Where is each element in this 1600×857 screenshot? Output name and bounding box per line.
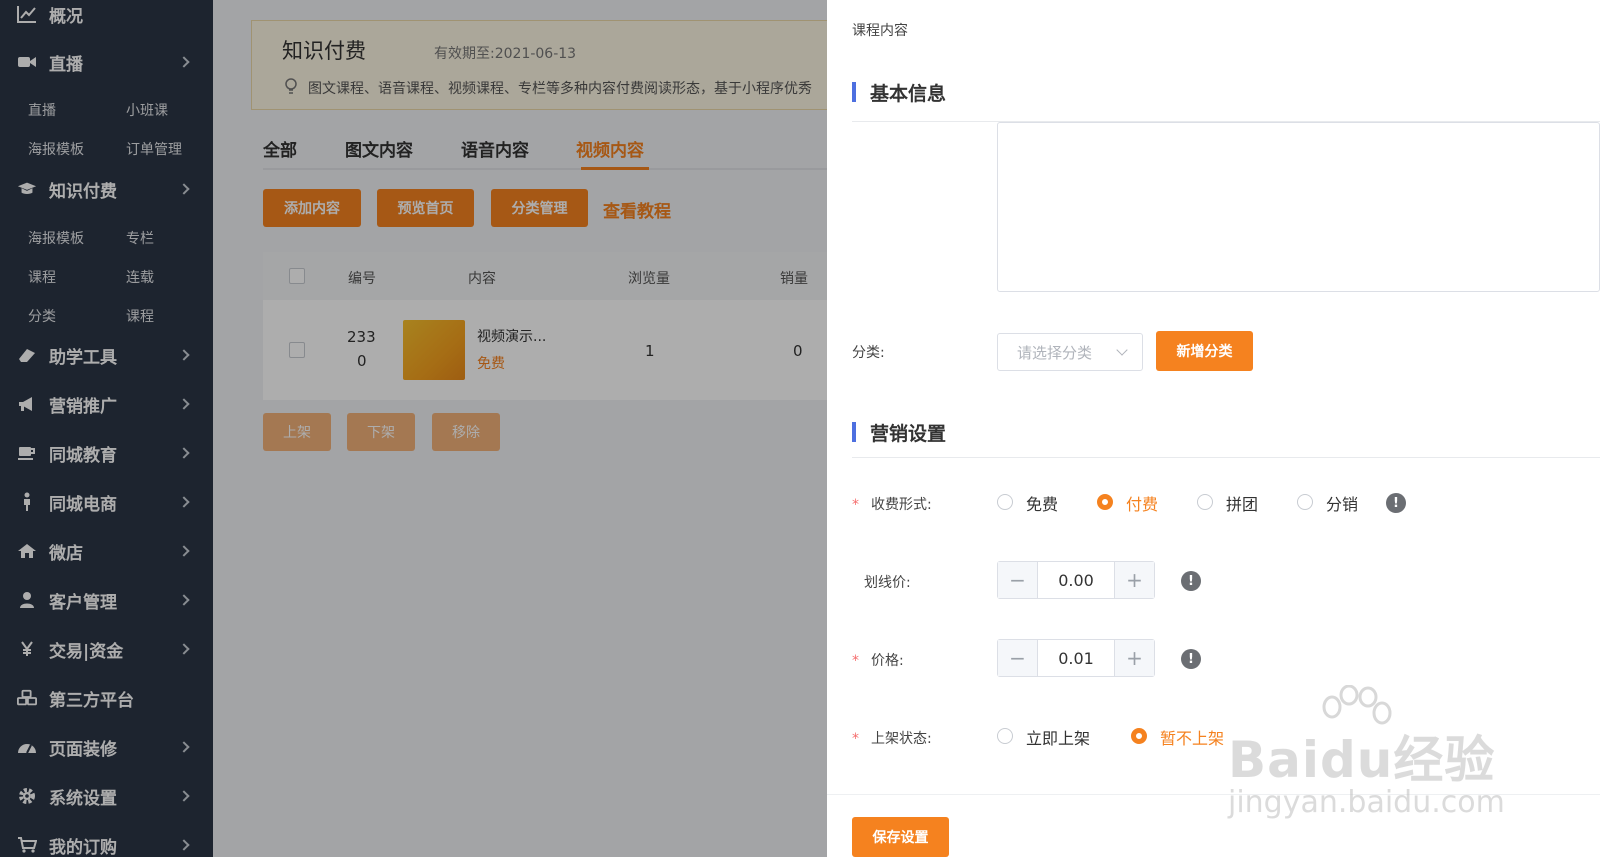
info-icon[interactable]: ! [1181,649,1201,669]
section-title-basic-info: 基本信息 [852,79,946,106]
radio-not-listed[interactable] [1131,728,1147,744]
increment-button[interactable]: + [1114,640,1154,676]
modal-overlay[interactable] [0,0,827,857]
description-textarea[interactable] [997,122,1600,292]
required-mark: * [852,653,859,669]
drawer-title: 课程内容 [852,23,908,39]
category-select-placeholder: 请选择分类 [1017,343,1093,362]
radio-paid[interactable] [1097,494,1113,510]
radio-free[interactable] [997,494,1013,510]
radio-label-distribution[interactable]: 分销 [1326,491,1358,515]
radio-list-now[interactable] [997,728,1013,744]
decrement-button[interactable]: − [998,640,1038,676]
required-mark: * [852,731,859,747]
section-title-marketing: 营销设置 [852,419,946,446]
info-icon[interactable]: ! [1386,493,1406,513]
price-label-text: 价格: [871,653,904,669]
increment-button[interactable]: + [1114,562,1154,598]
radio-label-paid[interactable]: 付费 [1126,491,1158,515]
course-content-drawer: 课程内容 基本信息 分类: 请选择分类 新增分类 营销设置 * 收费形式: 免费 … [827,0,1600,857]
listing-status-label: * 上架状态: [852,728,932,748]
add-category-button[interactable]: 新增分类 [1156,331,1253,371]
section-divider [852,457,1600,458]
strike-price-input[interactable]: 0.00 [1038,562,1114,598]
decrement-button[interactable]: − [998,562,1038,598]
radio-group-buy[interactable] [1197,494,1213,510]
strike-price-stepper: − 0.00 + [997,561,1155,599]
radio-label-list-now[interactable]: 立即上架 [1026,725,1090,749]
radio-label-group-buy[interactable]: 拼团 [1226,491,1258,515]
charge-type-label: * 收费形式: [852,494,932,514]
chevron-down-icon [1116,344,1128,356]
category-select[interactable]: 请选择分类 [997,333,1143,371]
radio-label-not-listed[interactable]: 暂不上架 [1160,725,1224,749]
footer-divider [827,794,1600,795]
charge-type-label-text: 收费形式: [871,497,932,513]
required-mark: * [852,497,859,513]
price-stepper: − 0.01 + [997,639,1155,677]
info-icon[interactable]: ! [1181,571,1201,591]
price-input[interactable]: 0.01 [1038,640,1114,676]
strike-price-label: 划线价: [864,575,911,591]
category-label: 分类: [852,345,885,361]
price-label: * 价格: [852,650,904,670]
listing-status-label-text: 上架状态: [871,731,932,747]
radio-distribution[interactable] [1297,494,1313,510]
save-settings-button[interactable]: 保存设置 [852,817,949,857]
radio-label-free[interactable]: 免费 [1026,491,1058,515]
